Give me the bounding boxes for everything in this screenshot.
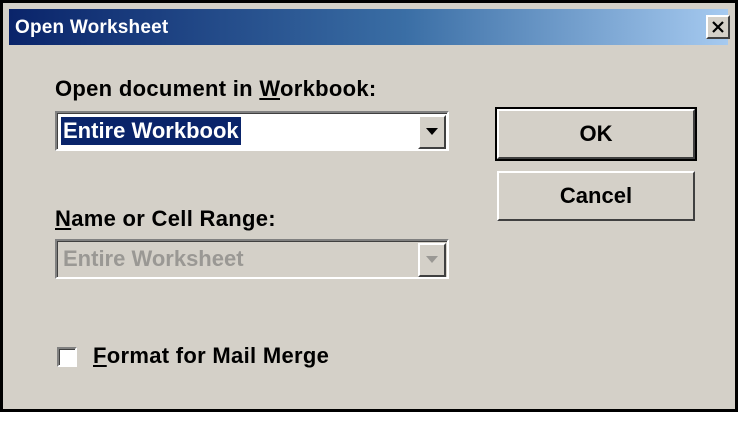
workbook-label-text: Open document in [55,76,260,101]
chevron-down-icon [426,128,438,135]
range-label: Name or Cell Range: [55,206,276,232]
range-label-mnemonic: N [55,206,72,231]
mail-merge-label-text: ormat for Mail Merge [106,343,330,368]
chevron-down-icon [426,256,438,263]
title-bar[interactable]: Open Worksheet [9,9,730,45]
mail-merge-label[interactable]: Format for Mail Merge [93,343,329,369]
mail-merge-label-mnemonic: F [93,343,107,368]
close-button[interactable] [706,15,730,39]
workbook-label-mnemonic: W [259,76,280,101]
workbook-select[interactable]: Entire Workbook [55,111,449,151]
range-select-inner: Entire Worksheet [57,241,447,277]
ok-button[interactable]: OK [495,107,697,161]
ok-button-label: OK [579,121,613,146]
workbook-label-text-end: orkbook: [280,76,377,101]
mail-merge-checkbox[interactable] [57,347,77,367]
workbook-label: Open document in Workbook: [55,76,377,102]
range-label-text: ame or Cell Range: [71,206,276,231]
range-select[interactable]: Entire Worksheet [55,239,449,279]
window-title: Open Worksheet [15,17,169,38]
workbook-dropdown-button[interactable] [418,115,446,149]
workbook-select-value: Entire Workbook [61,117,241,145]
cancel-button[interactable]: Cancel [497,171,695,221]
cancel-button-label: Cancel [559,183,633,208]
workbook-select-inner: Entire Workbook [57,113,447,149]
open-worksheet-dialog: Open Worksheet Open document in Workbook… [0,0,738,412]
range-select-value: Entire Worksheet [63,246,244,271]
close-icon [712,21,724,33]
range-dropdown-button[interactable] [418,243,446,277]
